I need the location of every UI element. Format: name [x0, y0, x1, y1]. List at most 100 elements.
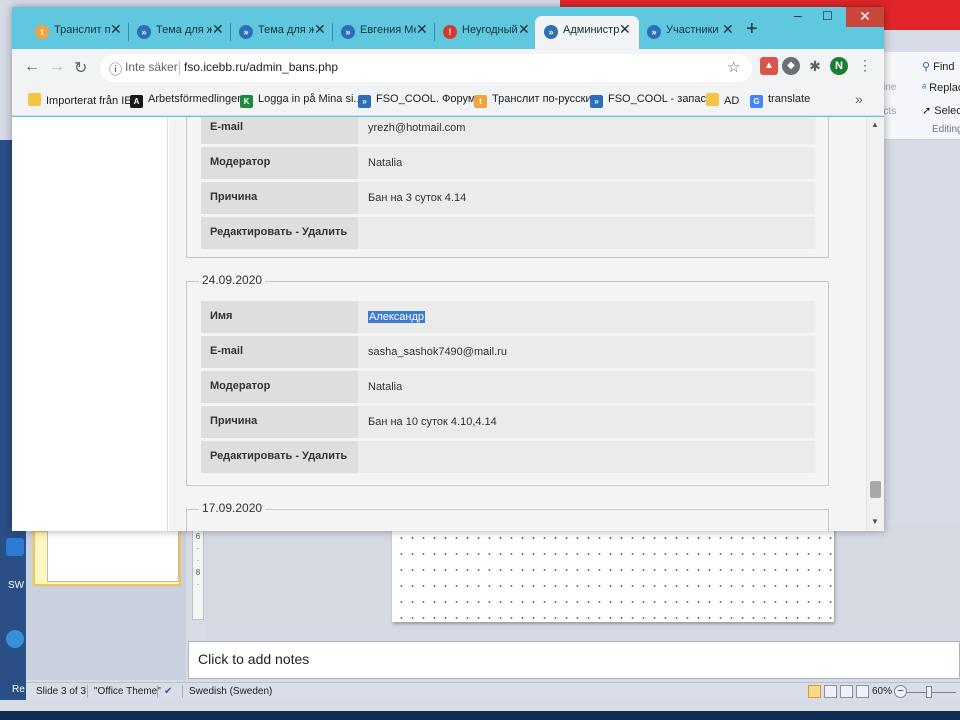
menu-icon[interactable]: ⋮ — [858, 57, 872, 74]
delete-link[interactable]: Удалить — [302, 226, 347, 238]
tab-members[interactable]: » Участники ✕ — [638, 16, 740, 49]
taskbar — [0, 711, 960, 720]
desktop-label-re: Re — [12, 684, 25, 695]
puzzle-icon[interactable]: ✱ — [806, 57, 824, 75]
bookmarks-bar: Importerat från IE A Arbetsförmedlingen K… — [12, 86, 884, 116]
bookmark-login[interactable]: K Logga in på Mina si... — [240, 93, 363, 109]
more-bookmarks-icon[interactable]: » — [855, 91, 863, 107]
normal-view-button[interactable] — [808, 685, 821, 698]
recycle-bin-icon[interactable] — [6, 630, 24, 648]
edit-link[interactable]: Редактировать — [210, 226, 292, 238]
tab-evgenia[interactable]: » Евгения Мел ✕ — [332, 16, 434, 49]
security-label: Inte säker — [125, 60, 178, 74]
edit-link[interactable]: Редактировать — [210, 450, 292, 462]
editing-group-label: Editing — [932, 124, 960, 135]
moderator-value: Natalia — [368, 381, 403, 393]
bookmark-star-icon[interactable]: ☆ — [727, 58, 740, 76]
transliterate-icon: t — [474, 95, 487, 108]
ban-date: 17.09.2020 — [199, 501, 266, 515]
close-icon[interactable]: ✕ — [722, 21, 734, 38]
close-icon[interactable]: ✕ — [416, 21, 428, 38]
close-icon[interactable]: ✕ — [314, 21, 326, 38]
reading-view-button[interactable] — [840, 685, 853, 698]
alert-icon: ! — [443, 25, 457, 39]
tab-administration[interactable]: » Администрирование ✕ — [535, 16, 639, 49]
slide-sorter-button[interactable] — [824, 685, 837, 698]
shield-extension-icon[interactable]: ◆ — [782, 57, 800, 75]
notes-pane[interactable]: Click to add notes — [188, 641, 960, 679]
ban-reason-row: Причина Бан на 3 суток 4.14 — [201, 182, 815, 214]
ban-moderator-row: Модератор Natalia — [201, 371, 815, 403]
scroll-up-icon[interactable]: ▲ — [871, 120, 879, 129]
transliterate-icon: t — [35, 25, 49, 39]
minimize-button[interactable]: – — [794, 7, 802, 23]
forward-button[interactable]: → — [49, 58, 65, 76]
select-button[interactable]: ➚ Select — [922, 104, 960, 117]
replace-icon: ᵃ — [922, 82, 927, 94]
forum-icon: » — [544, 25, 558, 39]
close-icon[interactable]: ✕ — [110, 21, 122, 38]
reason-label: Причина — [201, 182, 358, 214]
ban-reason-row: Причина Бан на 10 суток 4.10,4.14 — [201, 406, 815, 438]
zoom-level[interactable]: 60% — [872, 686, 892, 697]
window-close-button[interactable]: ✕ — [846, 7, 884, 27]
page-scrollbar[interactable]: ▲ ▼ — [866, 117, 884, 531]
vertical-ruler: 6 · · 8 · — [192, 530, 204, 620]
ban-entry: E-mail yrezh@hotmail.com Модератор Natal… — [186, 117, 829, 258]
bookmark-fso-forum[interactable]: » FSO_COOL. Форум... — [358, 93, 485, 109]
info-icon[interactable]: ⓘ — [109, 59, 122, 78]
page-viewport: E-mail yrezh@hotmail.com Модератор Natal… — [12, 117, 884, 531]
url-text[interactable]: fso.icebb.ru/admin_bans.php — [184, 60, 338, 74]
reason-value: Бан на 10 суток 4.10,4.14 — [368, 416, 497, 428]
actions-cell: Редактировать - Удалить — [201, 217, 358, 249]
scrollbar-thumb[interactable] — [870, 481, 881, 498]
moderator-value: Natalia — [368, 157, 403, 169]
status-bar: Slide 3 of 3 "Office Theme" ✔ Swedish (S… — [26, 682, 960, 700]
scroll-down-icon[interactable]: ▼ — [871, 517, 879, 526]
tab-complaints-2[interactable]: » Тема для жалоб ✕ — [230, 16, 332, 49]
slideshow-button[interactable] — [856, 685, 869, 698]
login-icon: K — [240, 95, 253, 108]
slide-thumbnail[interactable] — [47, 530, 179, 582]
find-button[interactable]: ⚲ Find — [922, 60, 955, 73]
folder-icon — [28, 93, 41, 106]
tab-complaints[interactable]: » Тема для жалоб ✕ — [128, 16, 230, 49]
slide-canvas[interactable] — [392, 524, 834, 622]
close-icon[interactable]: ✕ — [518, 21, 530, 38]
zoom-slider-thumb[interactable] — [926, 686, 932, 698]
reload-button[interactable]: ↻ — [74, 58, 87, 78]
ban-actions-row: Редактировать - Удалить — [201, 217, 815, 249]
bookmark-translate[interactable]: Gtranslate — [750, 93, 810, 109]
desktop-label-sw: SW — [8, 580, 25, 591]
email-value: yrezh@hotmail.com — [368, 122, 466, 134]
close-icon[interactable]: ✕ — [212, 21, 224, 38]
pdf-extension-icon[interactable]: ▲ — [760, 57, 778, 75]
ban-email-row: E-mail sasha_sashok7490@mail.ru — [201, 336, 815, 368]
replace-button[interactable]: ᵃ Replac — [922, 82, 960, 94]
spellcheck-icon[interactable]: ✔ — [164, 686, 172, 697]
theme-name[interactable]: "Office Theme" — [94, 686, 161, 697]
forum-icon: » — [239, 25, 253, 39]
tab-unwanted-post[interactable]: ! Неугодный пост ✕ — [434, 16, 536, 49]
maximize-button[interactable]: ☐ — [822, 9, 833, 23]
new-tab-button[interactable]: + — [746, 18, 758, 41]
notes-placeholder: Click to add notes — [198, 651, 310, 667]
back-button[interactable]: ← — [24, 58, 40, 76]
bookmark-fso-backup[interactable]: » FSO_COOL - запас... — [590, 93, 715, 109]
bookmark-ad[interactable]: AD — [706, 93, 739, 109]
ban-entry: 24.09.2020 Имя Александр E-mail sasha_sa… — [186, 273, 829, 486]
bookmark-transliterate[interactable]: t Транслит по-русски — [474, 93, 592, 109]
forum-icon: » — [647, 25, 661, 39]
address-bar[interactable]: ⓘ Inte säker fso.icebb.ru/admin_bans.php… — [100, 54, 752, 82]
desktop-app-icon[interactable] — [6, 538, 24, 556]
forum-icon: » — [358, 95, 371, 108]
close-icon[interactable]: ✕ — [619, 21, 631, 38]
bookmark-imported-ie[interactable]: Importerat från IE — [28, 93, 132, 109]
language-indicator[interactable]: Swedish (Sweden) — [189, 686, 272, 697]
tab-transliterate[interactable]: t Транслит по-русски ✕ — [26, 16, 128, 49]
ban-moderator-row: Модератор Natalia — [201, 147, 815, 179]
delete-link[interactable]: Удалить — [302, 450, 347, 462]
email-label: E-mail — [201, 117, 358, 144]
profile-avatar[interactable]: N — [830, 57, 848, 75]
bookmark-arbetsformedlingen[interactable]: A Arbetsförmedlingen — [130, 93, 243, 109]
